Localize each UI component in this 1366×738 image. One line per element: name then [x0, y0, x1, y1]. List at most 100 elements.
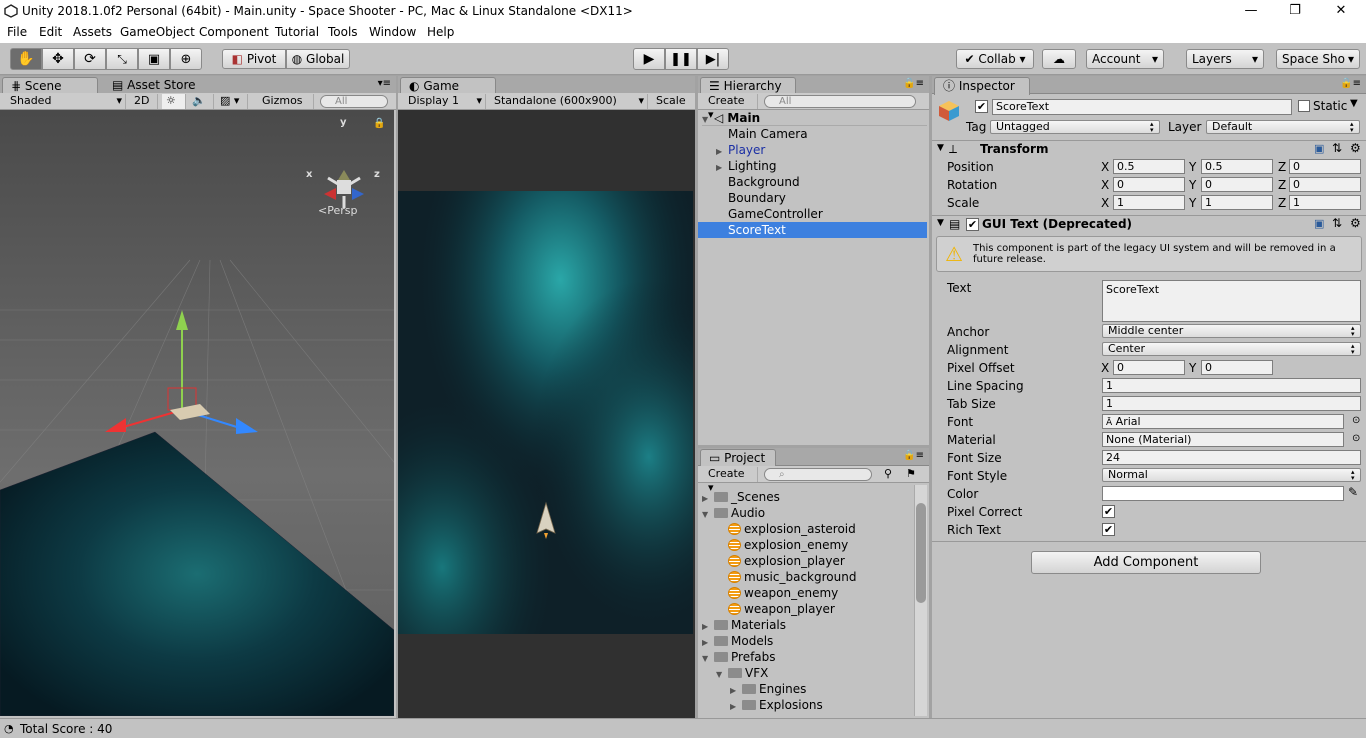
pivot-toggle[interactable]: ◧ Pivot — [222, 49, 286, 69]
gizmos-dropdown[interactable]: Gizmos ▾ — [258, 94, 314, 121]
play-button[interactable]: ▶ — [633, 48, 665, 70]
menu-tutorial[interactable]: Tutorial — [275, 25, 319, 39]
hierarchy-item-gamecontroller[interactable]: GameController — [728, 206, 823, 222]
display-dropdown[interactable]: Display 1 ▾ — [404, 94, 486, 109]
position-x-field[interactable]: 0.5 — [1113, 159, 1185, 174]
material-object-field[interactable]: None (Material) — [1102, 432, 1344, 447]
scene-root-item[interactable]: ▼ ◁ Main — [702, 110, 927, 126]
rect-tool-button[interactable]: ▣ — [138, 48, 170, 70]
object-picker-icon[interactable]: ⊙ — [1352, 415, 1360, 426]
transform-tool-button[interactable]: ⊕ — [170, 48, 202, 70]
layer-dropdown[interactable]: Default — [1206, 120, 1360, 134]
font-size-field[interactable]: 24 — [1102, 450, 1361, 465]
panel-menu-icon[interactable]: 🔒≡ — [1340, 78, 1361, 89]
layers-dropdown[interactable]: Layers ▾ — [1186, 49, 1264, 69]
filter-type-icon[interactable]: ⚲ — [884, 467, 892, 480]
menu-edit[interactable]: Edit — [39, 25, 62, 39]
rotation-y-field[interactable]: 0 — [1201, 177, 1273, 192]
chevron-down-icon[interactable]: ▼ — [1350, 98, 1358, 109]
project-audio-item[interactable]: explosion_player — [728, 553, 845, 569]
tab-size-field[interactable]: 1 — [1102, 396, 1361, 411]
pause-button[interactable]: ❚❚ — [665, 48, 697, 70]
hierarchy-item-player[interactable]: ▶ Player — [716, 142, 765, 158]
layout-dropdown[interactable]: Space Sho ▾ — [1276, 49, 1360, 69]
menu-file[interactable]: File — [7, 25, 27, 39]
hierarchy-item-main-camera[interactable]: Main Camera — [728, 126, 808, 142]
project-folder-scenes[interactable]: ▶ _Scenes — [702, 489, 780, 505]
hierarchy-item-boundary[interactable]: Boundary — [728, 190, 786, 206]
project-search-input[interactable]: ⌕ — [764, 468, 872, 481]
font-object-field[interactable]: Ā Arial — [1102, 414, 1344, 429]
menu-tools[interactable]: Tools — [328, 25, 358, 39]
project-folder-explosions[interactable]: ▶ Explosions — [730, 697, 823, 713]
collab-dropdown[interactable]: ✔ Collab ▾ — [956, 49, 1034, 69]
scale-z-field[interactable]: 1 — [1289, 195, 1361, 210]
cloud-button[interactable]: ☁ — [1042, 49, 1076, 69]
help-book-icon[interactable]: ▣ — [1314, 217, 1324, 230]
scene-viewport[interactable]: y x z <Persp 🔒 — [0, 110, 394, 716]
panel-menu-icon[interactable]: ▾≡ — [378, 78, 391, 89]
hierarchy-search-input[interactable]: All — [764, 95, 916, 108]
pixel-offset-x-field[interactable]: 0 — [1113, 360, 1185, 375]
lock-icon[interactable]: 🔒 — [373, 118, 385, 129]
anchor-dropdown[interactable]: Middle center — [1102, 324, 1361, 338]
hierarchy-create-dropdown[interactable]: Create ▾ — [704, 94, 758, 121]
persp-label[interactable]: <Persp — [318, 204, 357, 217]
scene-search-input[interactable]: All — [320, 95, 388, 108]
pixel-correct-checkbox[interactable]: ✔ — [1102, 505, 1115, 518]
project-audio-item[interactable]: explosion_enemy — [728, 537, 848, 553]
restore-button[interactable]: ❐ — [1272, 0, 1318, 24]
game-viewport[interactable] — [398, 191, 693, 634]
panel-menu-icon[interactable]: 🔒≡ — [903, 78, 924, 89]
project-scrollbar[interactable] — [914, 485, 927, 716]
add-component-button[interactable]: Add Component — [1031, 551, 1261, 574]
preset-icon[interactable]: ⇅ — [1332, 141, 1342, 155]
scale-tool-button[interactable]: ⤡ — [106, 48, 138, 70]
hierarchy-item-scoretext[interactable]: ScoreText — [698, 222, 927, 238]
gear-icon[interactable]: ⚙ — [1350, 216, 1361, 230]
effects-dropdown[interactable]: ▨ ▾ — [216, 94, 248, 109]
close-button[interactable]: ✕ — [1318, 0, 1364, 24]
global-toggle[interactable]: ◍ Global — [286, 49, 350, 69]
status-message[interactable]: Total Score : 40 — [20, 722, 112, 736]
font-style-dropdown[interactable]: Normal — [1102, 468, 1361, 482]
project-audio-item[interactable]: music_background — [728, 569, 856, 585]
panel-menu-icon[interactable]: 🔒≡ — [903, 450, 924, 461]
project-folder-vfx[interactable]: ▼ VFX — [716, 665, 768, 681]
tab-inspector[interactable]: ⓘ Inspector — [934, 77, 1030, 95]
minimize-button[interactable]: — — [1228, 0, 1274, 24]
project-audio-item[interactable]: explosion_asteroid — [728, 521, 856, 537]
filter-label-icon[interactable]: ⚑ — [906, 467, 916, 480]
move-tool-button[interactable]: ✥ — [42, 48, 74, 70]
tag-dropdown[interactable]: Untagged — [990, 120, 1160, 134]
preset-icon[interactable]: ⇅ — [1332, 216, 1342, 230]
pixel-offset-y-field[interactable]: 0 — [1201, 360, 1273, 375]
project-folder-materials[interactable]: ▶ Materials — [702, 617, 786, 633]
project-folder-audio[interactable]: ▼ Audio — [702, 505, 765, 521]
transform-header[interactable]: ▼ ⟂ Transform ▣ ⇅ ⚙ — [932, 141, 1366, 159]
rotate-tool-button[interactable]: ⟳ — [74, 48, 106, 70]
active-checkbox[interactable]: ✔ — [975, 100, 988, 113]
tab-project[interactable]: ▭ Project — [700, 449, 776, 467]
menu-help[interactable]: Help — [427, 25, 454, 39]
scale-slider-label[interactable]: Scale — [652, 94, 695, 109]
hand-tool-button[interactable]: ✋ — [10, 48, 42, 70]
menu-component[interactable]: Component — [199, 25, 269, 39]
object-picker-icon[interactable]: ⊙ — [1352, 433, 1360, 444]
hierarchy-item-background[interactable]: Background — [728, 174, 800, 190]
static-checkbox[interactable] — [1298, 100, 1310, 112]
audio-toggle[interactable]: 🔈 — [188, 94, 214, 109]
gear-icon[interactable]: ⚙ — [1350, 141, 1361, 155]
eyedropper-icon[interactable]: ✎ — [1348, 485, 1358, 499]
hierarchy-item-lighting[interactable]: ▶ Lighting — [716, 158, 777, 174]
guitext-enabled-checkbox[interactable]: ✔ — [966, 218, 979, 231]
alignment-dropdown[interactable]: Center — [1102, 342, 1361, 356]
project-folder-models[interactable]: ▶ Models — [702, 633, 773, 649]
step-button[interactable]: ▶| — [697, 48, 729, 70]
2d-toggle[interactable]: 2D — [130, 94, 158, 109]
rich-text-checkbox[interactable]: ✔ — [1102, 523, 1115, 536]
project-create-dropdown[interactable]: Create ▾ — [704, 467, 758, 494]
help-book-icon[interactable]: ▣ — [1314, 142, 1324, 155]
position-z-field[interactable]: 0 — [1289, 159, 1361, 174]
project-folder-engines[interactable]: ▶ Engines — [730, 681, 806, 697]
